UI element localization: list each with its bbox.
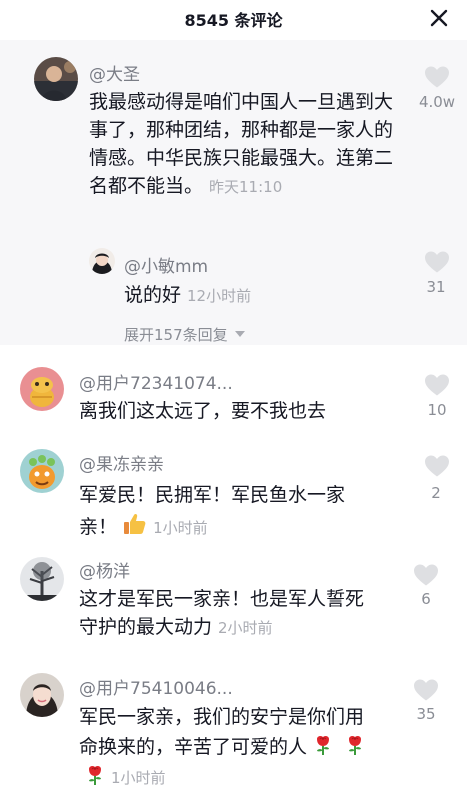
close-icon[interactable] (427, 6, 451, 30)
thumbs-up-emoji (124, 513, 146, 534)
comment-text: 我最感动得是咱们中国人一旦遇到大事了，那种团结，那种都是一家人的情感。中华民族只… (89, 88, 394, 201)
like-count: 10 (427, 401, 447, 419)
heart-icon[interactable] (424, 250, 450, 274)
chevron-down-icon (235, 331, 246, 337)
comment-item: @用户75410046... 军民一家亲，我们的安宁是你们用命换来的，辛苦了可爱… (0, 660, 467, 800)
avatar[interactable] (34, 57, 78, 101)
like-count: 35 (416, 705, 436, 723)
like-count: 2 (431, 484, 441, 502)
comment-text: 离我们这太远了，要不我也去 (79, 397, 389, 425)
comment-count-title: 8545 条评论 (184, 11, 283, 30)
avatar[interactable] (20, 673, 64, 717)
like-count: 6 (421, 590, 431, 608)
comment-username[interactable]: @大圣 (89, 60, 140, 85)
reply-avatar[interactable] (89, 248, 115, 274)
heart-icon[interactable] (413, 678, 439, 702)
avatar[interactable] (20, 557, 64, 601)
comment-username[interactable]: @用户75410046... (79, 674, 233, 699)
comment-content: 军爱民！民拥军！军民鱼水一家亲！ (79, 484, 346, 538)
heart-icon[interactable] (424, 454, 450, 478)
comment-item: @大圣 我最感动得是咱们中国人一旦遇到大事了，那种团结，那种都是一家人的情感。中… (0, 40, 467, 345)
rose-emoji (345, 734, 365, 756)
comment-time: 昨天11:10 (209, 178, 283, 196)
comment-item: @杨洋 这才是军民一家亲！也是军人誓死守护的最大动力 2小时前 6 (0, 545, 467, 660)
comment-text: 这才是军民一家亲！也是军人誓死守护的最大动力 2小时前 (79, 585, 379, 642)
comment-item: @果冻亲亲 军爱民！民拥军！军民鱼水一家亲！ 1小时前 2 (0, 433, 467, 545)
comment-text: 军民一家亲，我们的安宁是你们用命换来的，辛苦了可爱的人 1小时前 (79, 702, 374, 793)
avatar[interactable] (20, 367, 64, 411)
like-count: 4.0w (418, 93, 456, 111)
comment-time: 1小时前 (111, 769, 166, 787)
comment-username[interactable]: @杨洋 (79, 557, 130, 582)
comment-time: 1小时前 (153, 519, 208, 537)
reply-text: 说的好 12小时前 (124, 281, 384, 310)
rose-emoji (85, 764, 105, 786)
heart-icon[interactable] (424, 65, 450, 89)
comment-item: @用户72341074... 离我们这太远了，要不我也去 10 (0, 345, 467, 433)
reply-username[interactable]: @小敏mm (124, 252, 208, 277)
rose-emoji (313, 734, 333, 756)
heart-icon[interactable] (424, 373, 450, 397)
expand-replies-button[interactable]: 展开157条回复 (124, 324, 246, 345)
heart-icon[interactable] (413, 563, 439, 587)
comments-header: 8545 条评论 (0, 0, 467, 36)
expand-replies-label: 展开157条回复 (124, 326, 228, 344)
reply-like-count: 31 (426, 278, 446, 296)
avatar[interactable] (20, 449, 64, 493)
comment-content: 离我们这太远了，要不我也去 (79, 400, 327, 422)
reply-content: 说的好 (124, 284, 182, 306)
reply-time: 12小时前 (187, 287, 252, 305)
comment-text: 军爱民！民拥军！军民鱼水一家亲！ 1小时前 (79, 479, 379, 544)
comment-username[interactable]: @用户72341074... (79, 369, 233, 394)
comment-time: 2小时前 (218, 619, 273, 637)
comment-username[interactable]: @果冻亲亲 (79, 450, 164, 475)
